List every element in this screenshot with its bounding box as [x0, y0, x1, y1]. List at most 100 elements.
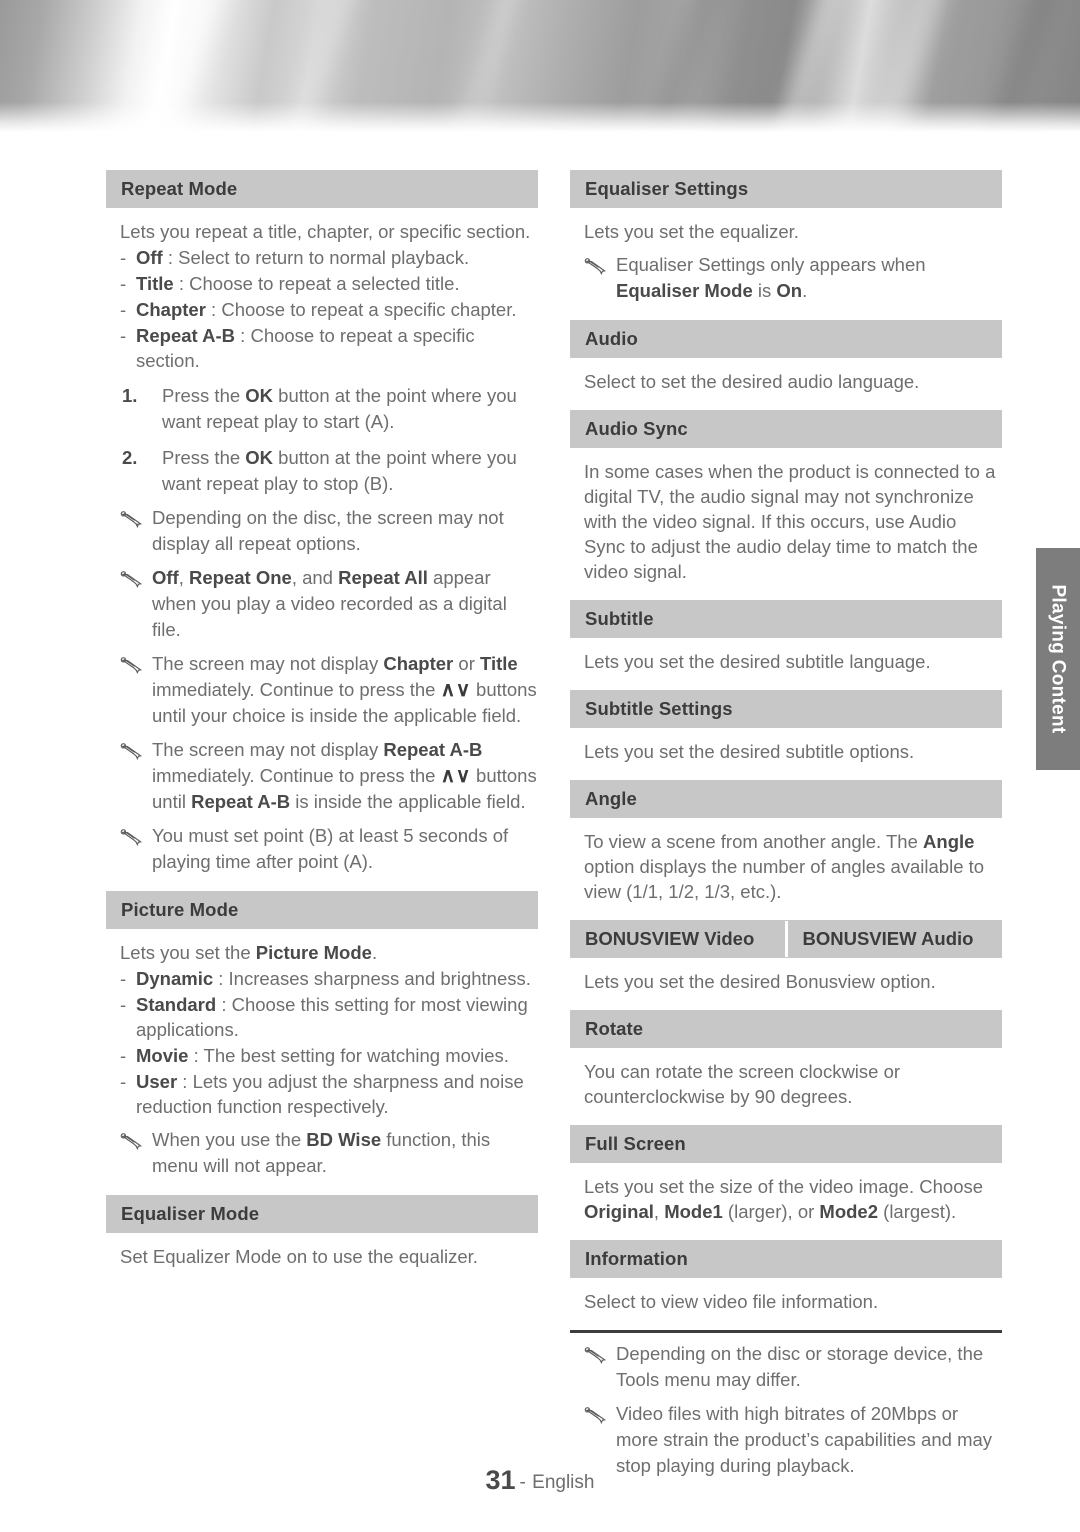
section-heading-equaliser-mode: Equaliser Mode — [106, 1195, 538, 1233]
dash-desc: Choose to repeat a selected title. — [189, 273, 460, 294]
mode-original: Original — [584, 1201, 654, 1222]
equaliser-mode-intro: Set Equalizer Mode on to use the equaliz… — [120, 1246, 478, 1267]
side-tab-playing-content: Playing Content — [1036, 548, 1080, 770]
dash-term: Title — [136, 273, 174, 294]
dash-marker: - — [120, 299, 127, 320]
footer-separator: - — [519, 1472, 526, 1493]
dash-sep: : — [188, 1045, 204, 1066]
intro-bold: Picture Mode — [255, 942, 372, 963]
mode-1: Mode1 — [664, 1201, 723, 1222]
section-heading-full-screen: Full Screen — [570, 1125, 1002, 1163]
dash-sep: : — [173, 273, 190, 294]
equaliser-settings-intro: Lets you set the equalizer. — [584, 221, 799, 242]
footer-notes-divider — [570, 1330, 1002, 1333]
note-text: Equaliser Settings only appears when Equ… — [616, 254, 926, 301]
dash-sep: : — [216, 994, 232, 1015]
dash-text: Standard : Choose this setting for most … — [136, 992, 538, 1042]
note-item: Equaliser Settings only appears when Equ… — [584, 252, 1002, 304]
dash-list-item: - Movie : The best setting for watching … — [120, 1043, 538, 1068]
up-down-arrow-icons: ∧∨ — [440, 679, 471, 701]
step-bold: OK — [245, 447, 274, 468]
intro-post: . — [371, 942, 378, 963]
note-item: Depending on the disc, the screen may no… — [120, 505, 538, 557]
page-number: 31 — [485, 1465, 516, 1495]
dash-desc: Increases sharpness and brightness. — [228, 968, 531, 989]
dash-desc: Lets you adjust the sharpness and noise … — [136, 1071, 524, 1117]
audio-sync-intro: In some cases when the product is connec… — [584, 461, 996, 582]
note-item: Off, Repeat One, and Repeat All appear w… — [120, 565, 538, 643]
footer-language: English — [532, 1472, 595, 1493]
banner-bottom-fade — [0, 102, 1080, 132]
dash-text: Off : Select to return to normal playbac… — [136, 245, 538, 270]
pencil-icon — [584, 252, 616, 304]
full-screen-intro: Lets you set the size of the video image… — [584, 1174, 1002, 1224]
numbered-list-item: 1. Press the OK button at the point wher… — [122, 383, 538, 435]
dash-marker: - — [120, 1071, 127, 1092]
dash-text: Chapter : Choose to repeat a specific ch… — [136, 297, 538, 322]
note-text: When you use the BD Wise function, this … — [152, 1129, 491, 1176]
rotate-intro: You can rotate the screen clockwise or c… — [584, 1061, 901, 1107]
bonusview-audio-label: BONUSVIEW Audio — [802, 928, 974, 949]
dash-list-item: - Standard : Choose this setting for mos… — [120, 992, 538, 1042]
number-marker: 2. — [122, 447, 138, 468]
dash-list-item: - Chapter : Choose to repeat a specific … — [120, 297, 538, 322]
dash-sep: : — [177, 1071, 193, 1092]
note-item: The screen may not display Repeat A-B im… — [120, 737, 538, 815]
note-text: The screen may not display Repeat A-B im… — [152, 739, 537, 812]
numbered-list-item: 2. Press the OK button at the point wher… — [122, 445, 538, 497]
dash-marker: - — [120, 247, 127, 268]
note-item: When you use the BD Wise function, this … — [120, 1127, 538, 1179]
dash-list-item: - Dynamic : Increases sharpness and brig… — [120, 966, 538, 991]
mode-sep2: (larger), or — [722, 1201, 820, 1222]
step-pre: Press the — [162, 447, 246, 468]
dash-term: Movie — [136, 1045, 189, 1066]
note-text: Depending on the disc or storage device,… — [616, 1343, 984, 1390]
intro-pre: Lets you set the — [120, 942, 256, 963]
audio-intro: Select to set the desired audio language… — [584, 371, 920, 392]
section-heading-audio-sync: Audio Sync — [570, 410, 1002, 448]
dash-marker: - — [120, 968, 127, 989]
section-heading-equaliser-settings: Equaliser Settings — [570, 170, 1002, 208]
pencil-icon — [120, 823, 152, 875]
dash-text: Title : Choose to repeat a selected titl… — [136, 271, 538, 296]
section-heading-repeat-mode: Repeat Mode — [106, 170, 538, 208]
number-marker: 1. — [122, 385, 138, 406]
dash-marker: - — [120, 325, 127, 346]
section-heading-bonusview: BONUSVIEW Video BONUSVIEW Audio — [570, 920, 1002, 958]
dash-sep: : — [235, 325, 251, 346]
pencil-icon — [120, 505, 152, 557]
section-heading-rotate: Rotate — [570, 1010, 1002, 1048]
section-heading-subtitle: Subtitle — [570, 600, 1002, 638]
dash-term: Chapter — [136, 299, 206, 320]
dash-desc: Select to return to normal playback. — [178, 247, 470, 268]
up-down-arrow-icons: ∧∨ — [440, 765, 471, 787]
dash-text: Repeat A-B : Choose to repeat a specific… — [136, 323, 538, 373]
note-text: The screen may not display Chapter or Ti… — [152, 653, 537, 726]
dash-text: Movie : The best setting for watching mo… — [136, 1043, 538, 1068]
repeat-mode-intro: Lets you repeat a title, chapter, or spe… — [120, 221, 531, 242]
intro-pre: To view a scene from another angle. The — [584, 831, 924, 852]
dash-term: Repeat A-B — [136, 325, 236, 346]
pencil-icon — [120, 651, 152, 729]
section-heading-picture-mode: Picture Mode — [106, 891, 538, 929]
full-screen-pre: Choose — [919, 1176, 984, 1197]
dash-list-item: - Title : Choose to repeat a selected ti… — [120, 271, 538, 296]
pencil-icon — [584, 1341, 616, 1393]
page-footer: 31- English — [0, 1465, 1080, 1496]
dash-list-item: - Repeat A-B : Choose to repeat a specif… — [120, 323, 538, 373]
angle-intro: To view a scene from another angle. The … — [584, 829, 1002, 904]
numbered-text: Press the OK button at the point where y… — [162, 445, 538, 497]
dash-sep: : — [213, 968, 229, 989]
section-heading-angle: Angle — [570, 780, 1002, 818]
mode-sep1: , — [653, 1201, 665, 1222]
page-header-banner — [0, 0, 1080, 132]
note-item: Depending on the disc or storage device,… — [584, 1341, 1002, 1393]
dash-desc: The best setting for watching movies. — [203, 1045, 509, 1066]
dash-desc: Choose to repeat a specific chapter. — [221, 299, 517, 320]
mode-sep3: (largest). — [878, 1201, 957, 1222]
intro-post: option displays the number of angles ava… — [584, 856, 985, 902]
note-text: Off, Repeat One, and Repeat All appear w… — [152, 567, 507, 640]
dash-term: User — [136, 1071, 178, 1092]
dash-list-item: - Off : Select to return to normal playb… — [120, 245, 538, 270]
mode-2: Mode2 — [819, 1201, 879, 1222]
